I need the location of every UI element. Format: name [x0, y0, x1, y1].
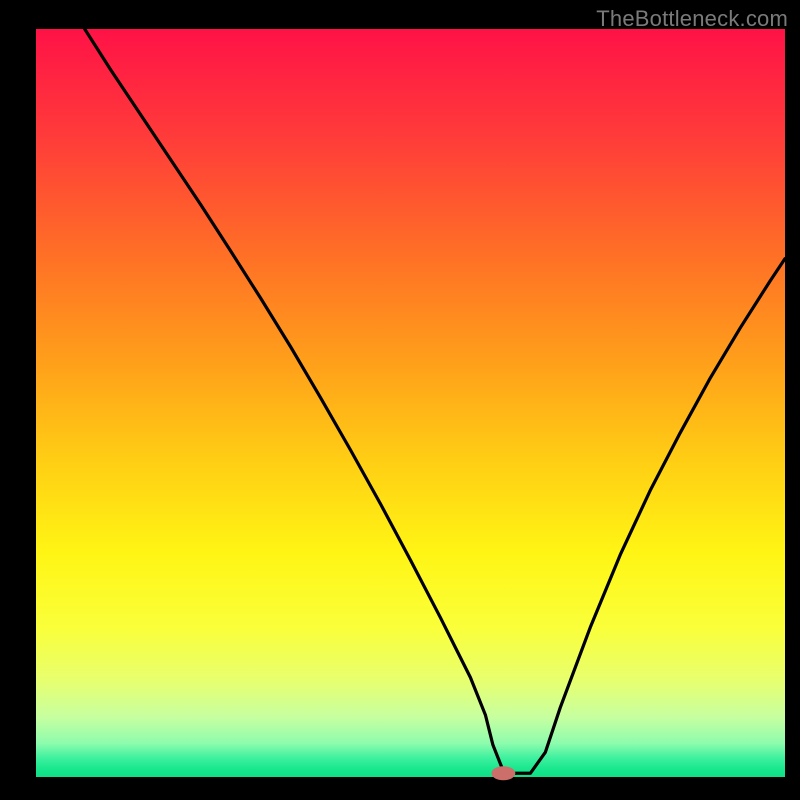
- chart-stage: TheBottleneck.com: [0, 0, 800, 800]
- optimal-point-marker: [491, 766, 515, 780]
- bottleneck-chart: [0, 0, 800, 800]
- watermark-text: TheBottleneck.com: [596, 6, 788, 32]
- gradient-background: [36, 29, 785, 777]
